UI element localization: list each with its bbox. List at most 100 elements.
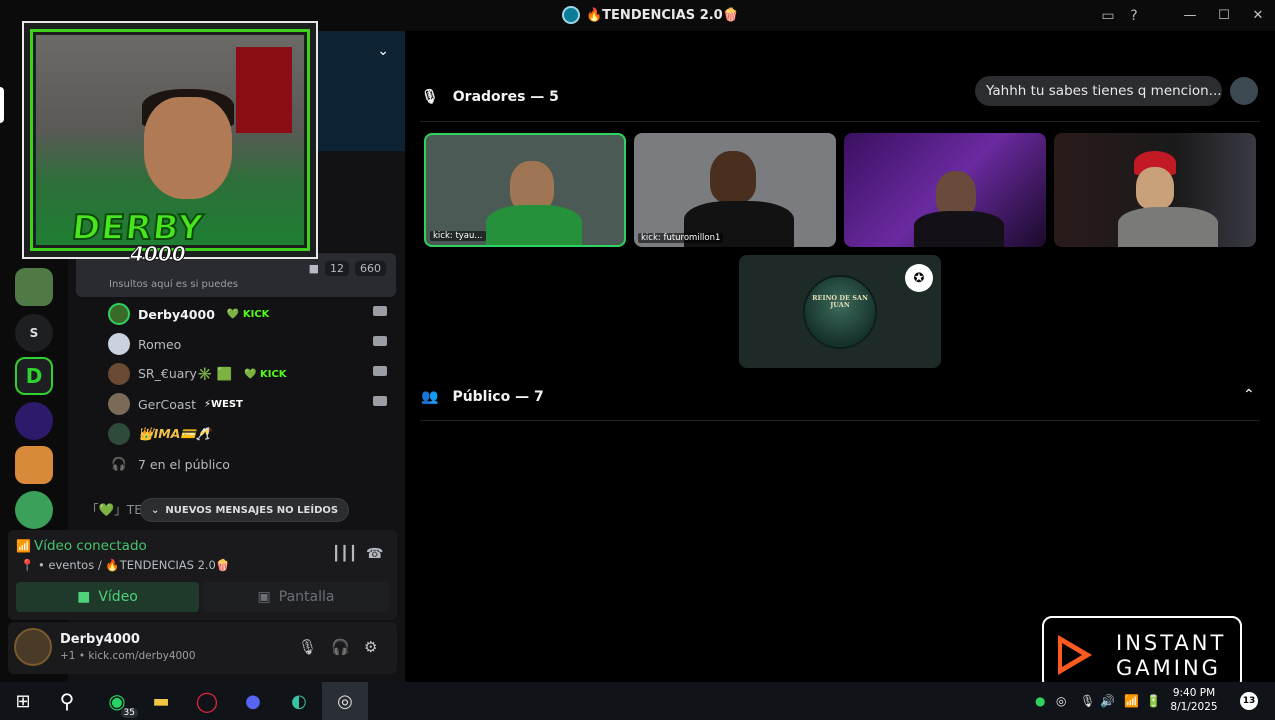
avatar	[108, 363, 130, 385]
video-icon: ■	[308, 262, 319, 275]
ad-line-2: GAMING	[1116, 656, 1221, 680]
speakers-header: 🎙 Oradores — 5	[421, 89, 559, 105]
battery-icon[interactable]: 🔋	[1146, 694, 1161, 708]
close-button[interactable]: ✕	[1241, 0, 1275, 31]
speaker-tile-no-video[interactable]: REINO DE SAN JUAN ✪	[739, 255, 941, 368]
unread-pill-label: NUEVOS MENSAJES NO LEÍDOS	[165, 504, 339, 516]
whatsapp-icon[interactable]: ◉ 35	[102, 686, 138, 718]
settings-icon[interactable]: ⚙	[364, 638, 377, 656]
kick-badge: 💚 KICK	[226, 308, 270, 320]
video-button-label: Vídeo	[98, 589, 138, 605]
server-icon[interactable]	[15, 402, 53, 440]
chat-avatar[interactable]	[1230, 77, 1258, 105]
avatar	[108, 333, 130, 355]
inbox-icon[interactable]: ▭	[1095, 3, 1121, 29]
user-status: +1 • kick.com/derby4000	[60, 650, 196, 662]
server-icon[interactable]	[15, 446, 53, 484]
chevron-up-icon[interactable]: ⌃	[1243, 387, 1255, 403]
opera-icon[interactable]: ◯	[192, 686, 222, 716]
minimize-button[interactable]: —	[1173, 0, 1207, 31]
divider	[420, 121, 1260, 122]
tile-person	[710, 151, 756, 203]
speaker-tile[interactable]	[1054, 133, 1256, 247]
chevron-down-icon: ⌄	[151, 504, 160, 516]
video-count: 12	[325, 261, 349, 276]
taskbar: ⊞ ⚲ ◉ 35 ▬ ◯ ● ◐ ◎ ● ◎ 🎙 🔊 📶 🔋 9:40 PM 8…	[0, 682, 1275, 720]
screen-share-label: Pantalla	[278, 589, 335, 605]
voice-member[interactable]: Romeo	[108, 330, 387, 358]
windows-start-icon[interactable]: ⊞	[8, 686, 38, 716]
speaker-tile[interactable]	[844, 133, 1046, 247]
screen-share-button[interactable]: ▣ Pantalla	[203, 582, 389, 612]
status-dot-icon[interactable]: ●	[1035, 694, 1045, 708]
moderator-star-icon: ✪	[905, 264, 933, 292]
voice-member[interactable]: Derby4000 💚 KICK	[108, 300, 387, 328]
instant-gaming-logo-icon	[1062, 643, 1082, 667]
search-icon[interactable]: ⚲	[52, 686, 82, 716]
server-icon[interactable]	[15, 268, 53, 306]
stage-area: 🎙 Oradores — 5 Yahhh tu sabes tienes q m…	[405, 31, 1275, 690]
soundboard-icon[interactable]: ┃┃┃	[332, 546, 357, 562]
clock[interactable]: 9:40 PM 8/1/2025	[1165, 686, 1223, 714]
microphone-icon[interactable]: 🎙	[298, 638, 317, 656]
speaker-tile[interactable]: kick: futuromillon1	[634, 133, 836, 247]
file-explorer-icon[interactable]: ▬	[146, 686, 176, 716]
video-icon	[373, 366, 387, 376]
user-name[interactable]: Derby4000	[60, 632, 140, 647]
audience-link-text: 7 en el público	[138, 456, 230, 472]
wifi-icon[interactable]: 📶	[1124, 694, 1139, 708]
audience-header[interactable]: 👥 Público — 7	[421, 389, 544, 405]
tray-app-icon[interactable]: ◎	[1056, 694, 1066, 708]
voice-location[interactable]: 📍 • eventos / 🔥TENDENCIAS 2.0🍿	[20, 558, 230, 572]
maximize-button[interactable]: ☐	[1207, 0, 1241, 31]
ad-line-1: INSTANT	[1116, 631, 1227, 655]
notification-badge[interactable]: 13	[1240, 692, 1258, 710]
discord-icon[interactable]: ●	[238, 686, 268, 716]
tile-person	[914, 211, 1004, 247]
avatar	[108, 393, 130, 415]
tile-person	[1118, 207, 1218, 247]
obs-icon[interactable]: ◎	[330, 686, 360, 716]
server-icon	[562, 6, 580, 24]
edge-icon[interactable]: ◐	[284, 686, 314, 716]
clover-server-icon[interactable]	[15, 491, 53, 529]
window-title: 🔥TENDENCIAS 2.0🍿	[562, 6, 739, 24]
people-icon: 👥	[421, 389, 439, 405]
volume-icon[interactable]: 🔊	[1100, 694, 1115, 708]
selected-server-indicator	[0, 87, 4, 123]
voice-channel-row[interactable]: ■ 12 660 Insultos aquí es si puedes	[76, 253, 396, 297]
clock-date: 8/1/2025	[1170, 701, 1218, 713]
voice-channel-subtitle: Insultos aquí es si puedes	[109, 279, 239, 290]
chevron-down-icon[interactable]: ⌄	[377, 43, 389, 59]
help-icon[interactable]: ?	[1121, 3, 1147, 29]
server-icon-s[interactable]: S	[15, 314, 53, 352]
voice-member[interactable]: GerCoast ⚡WEST	[108, 390, 387, 418]
headphones-icon[interactable]: 🎧	[331, 638, 350, 656]
member-name: Romeo	[138, 336, 182, 352]
kick-badge-text: KICK	[259, 368, 287, 380]
video-icon	[373, 306, 387, 316]
overlay-logo-number: 4000	[130, 242, 187, 267]
audience-header-text: Público — 7	[452, 389, 544, 405]
speaker-avatar-text: REINO DE SAN JUAN	[812, 294, 868, 310]
text-channel-partial[interactable]: 「💚」TE	[86, 499, 142, 518]
screen-share-icon: ▣	[257, 589, 271, 605]
clock-time: 9:40 PM	[1172, 687, 1216, 699]
speaker-tile[interactable]: kick: tyau...	[424, 133, 626, 247]
video-button[interactable]: ■ Vídeo	[16, 582, 199, 612]
server-icon-d[interactable]: D	[15, 357, 53, 395]
chat-bubble[interactable]: Yahhh tu sabes tienes q mencion...	[975, 76, 1222, 106]
member-name: SR_€uary✳️ 🟩	[138, 366, 233, 381]
voice-location-text: eventos / 🔥TENDENCIAS 2.0🍿	[48, 558, 231, 572]
user-avatar[interactable]	[14, 628, 52, 666]
audience-link[interactable]: 🎧 7 en el público	[108, 450, 230, 478]
microphone-icon[interactable]: 🎙	[1080, 694, 1095, 708]
voice-status[interactable]: Vídeo conectado	[34, 538, 147, 554]
voice-member[interactable]: SR_€uary✳️ 🟩 💚 KICK	[108, 360, 387, 388]
member-name: GerCoast	[138, 396, 196, 412]
member-name: Derby4000	[138, 306, 215, 322]
unread-messages-pill[interactable]: ⌄ NUEVOS MENSAJES NO LEÍDOS	[140, 498, 350, 522]
voice-member[interactable]: 👑IMA💳🥂	[108, 420, 211, 448]
disconnect-icon[interactable]: ☎	[366, 546, 383, 562]
video-icon: ■	[77, 589, 91, 605]
